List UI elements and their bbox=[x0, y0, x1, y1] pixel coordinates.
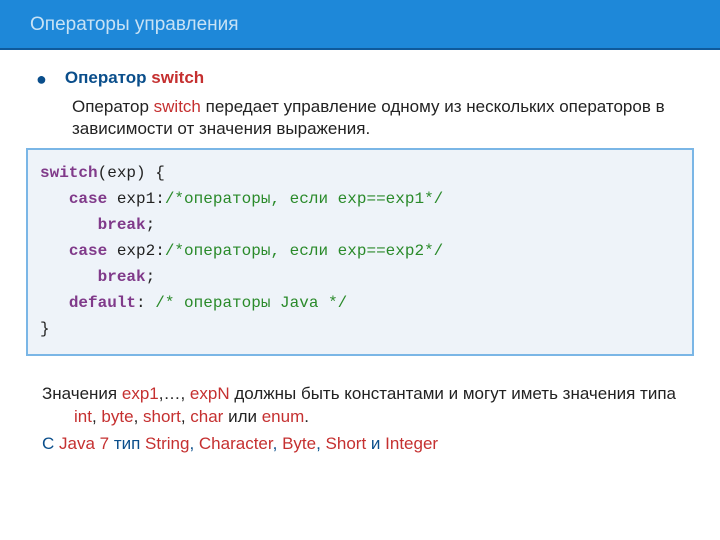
code-line-4: case exp2:/*операторы, если exp==exp2*/ bbox=[40, 238, 680, 264]
desc-pre: Оператор bbox=[72, 97, 154, 116]
footer-paragraph-1: Значения exp1,…, expN должны быть конста… bbox=[42, 382, 678, 428]
desc-keyword: switch bbox=[154, 97, 201, 116]
page-title: Операторы управления bbox=[30, 14, 690, 36]
code-line-7: } bbox=[40, 316, 680, 342]
slide-header: Операторы управления bbox=[0, 0, 720, 50]
operator-title: Оператор switch bbox=[65, 68, 204, 88]
bullet-item: ● Оператор switch bbox=[36, 68, 698, 90]
bullet-icon: ● bbox=[36, 68, 47, 90]
code-line-5: break; bbox=[40, 264, 680, 290]
code-line-1: switch(exp) { bbox=[40, 160, 680, 186]
code-line-2: case exp1:/*операторы, если exp==exp1*/ bbox=[40, 186, 680, 212]
code-line-3: break; bbox=[40, 212, 680, 238]
footer-notes: Значения exp1,…, expN должны быть конста… bbox=[42, 382, 678, 455]
slide-content: ● Оператор switch Оператор switch переда… bbox=[0, 50, 720, 455]
operator-keyword: switch bbox=[151, 68, 204, 87]
operator-label: Оператор bbox=[65, 68, 151, 87]
code-block: switch(exp) { case exp1:/*операторы, есл… bbox=[26, 148, 694, 356]
operator-description: Оператор switch передает управление одно… bbox=[72, 96, 698, 140]
footer-paragraph-2: С Java 7 тип String, Character, Byte, Sh… bbox=[42, 432, 678, 455]
code-line-6: default: /* операторы Java */ bbox=[40, 290, 680, 316]
